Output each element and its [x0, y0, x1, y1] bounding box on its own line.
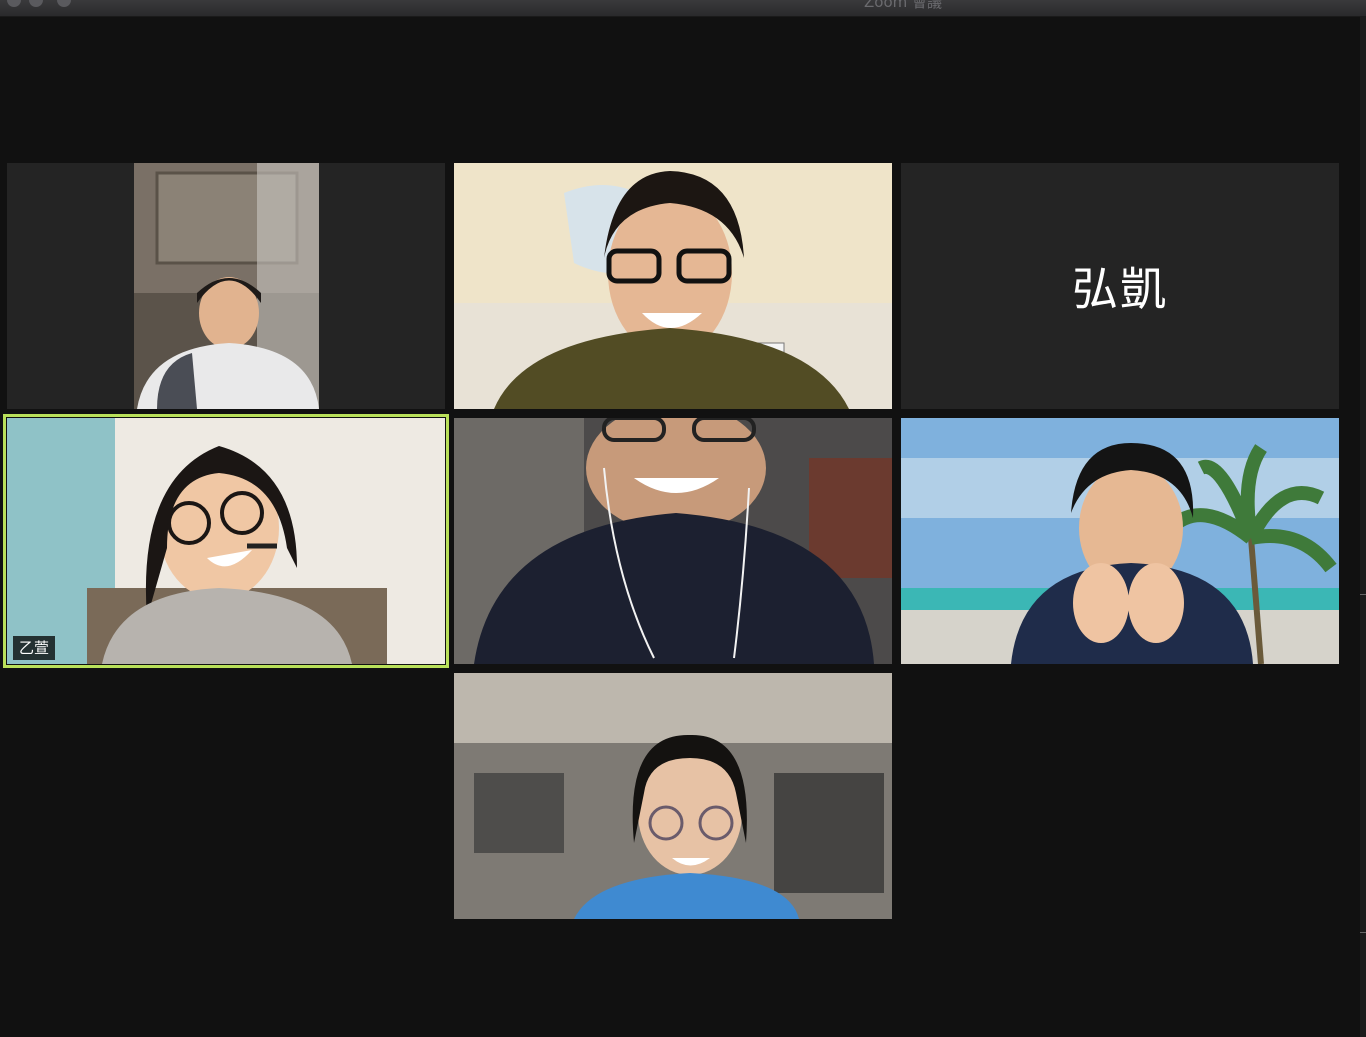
participant-video-6: [901, 418, 1339, 664]
participant-tile-2[interactable]: [454, 163, 892, 409]
participant-name-4: 乙萱: [13, 636, 56, 660]
participant-name-3: 弘凱: [1072, 262, 1168, 316]
window-titlebar: Zoom 會議: [0, 0, 1366, 17]
participant-video-5: [454, 418, 892, 664]
participant-tile-6[interactable]: [901, 418, 1339, 664]
participant-video-4: [7, 418, 445, 664]
window-edge: [1360, 16, 1366, 1037]
participant-video-1: [7, 163, 445, 409]
participant-tile-4[interactable]: 乙萱: [3, 414, 449, 668]
participant-tile-7[interactable]: [454, 673, 892, 919]
participant-video-7: [454, 673, 892, 919]
participant-video-2: [454, 163, 892, 409]
window-title: Zoom 會議: [863, 0, 942, 11]
participant-tile-1[interactable]: [7, 163, 445, 409]
participant-tile-3[interactable]: 弘凱: [901, 163, 1339, 409]
participant-tile-5[interactable]: [454, 418, 892, 664]
